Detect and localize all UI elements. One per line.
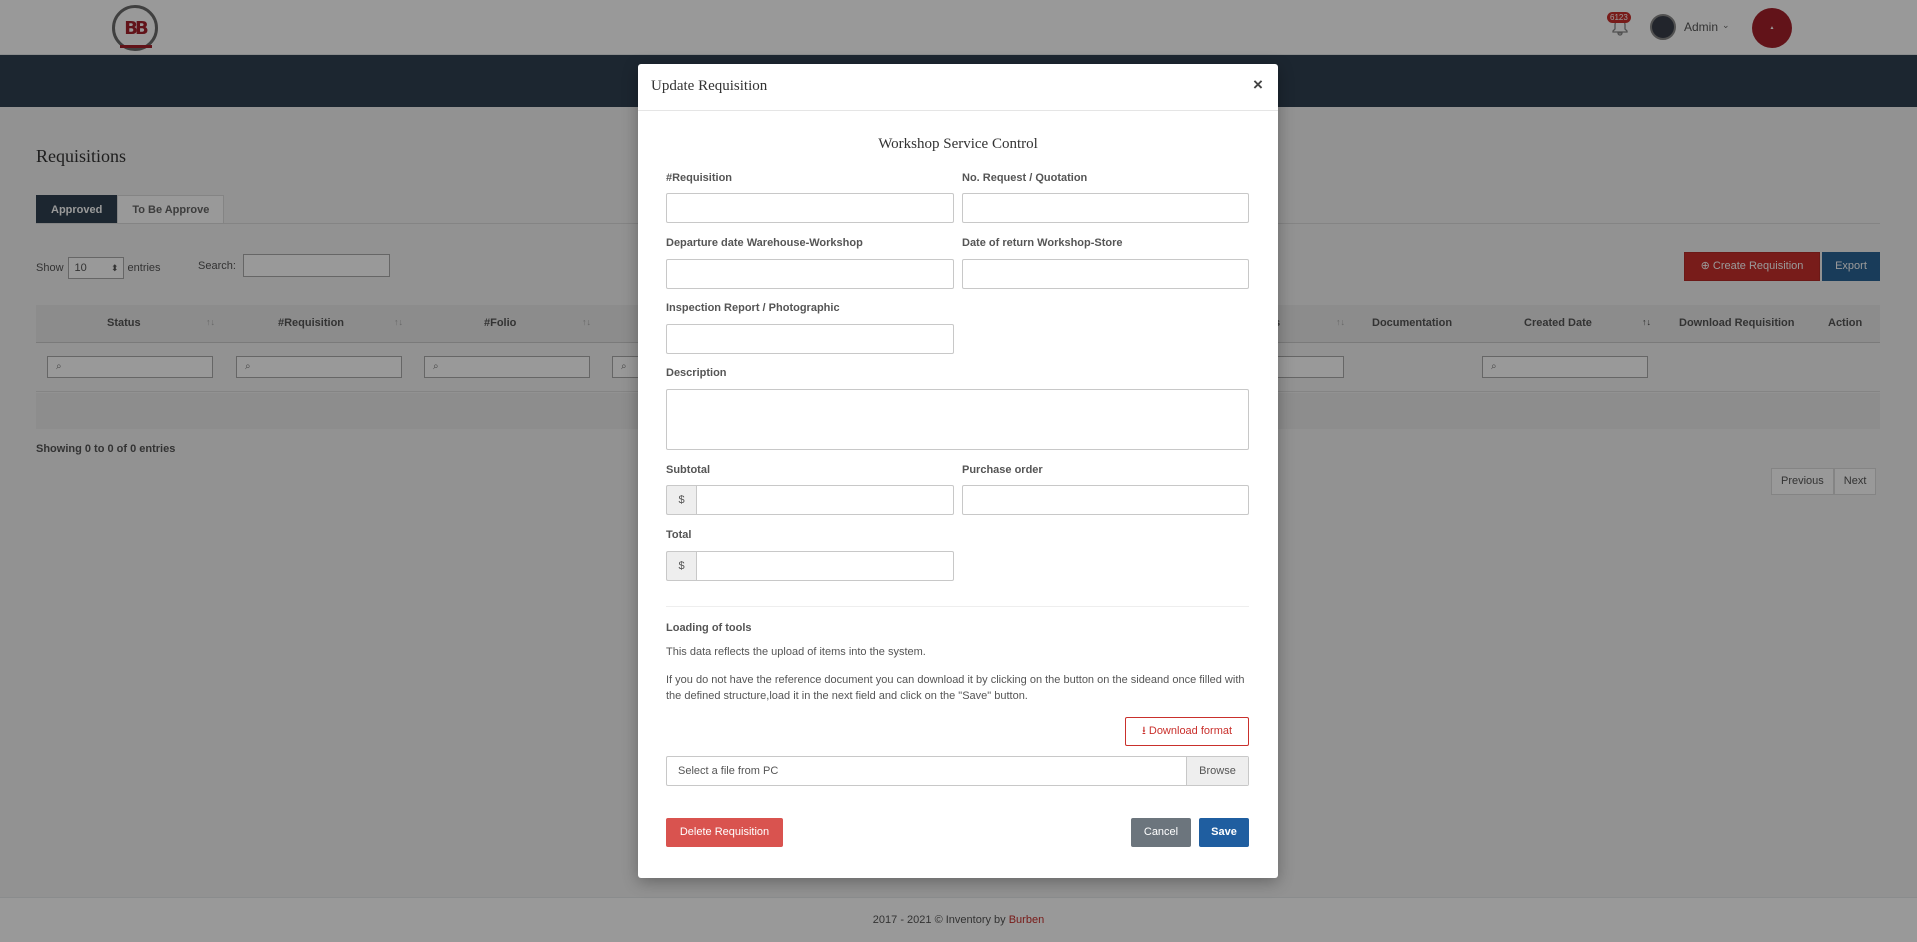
purchase-order-input[interactable] <box>962 485 1249 515</box>
currency-addon: $ <box>666 551 696 581</box>
update-requisition-modal: Update Requisition × Workshop Service Co… <box>638 64 1278 878</box>
modal-header: Update Requisition × <box>638 64 1278 111</box>
tools-description: This data reflects the upload of items i… <box>666 646 926 658</box>
save-button[interactable]: Save <box>1199 818 1249 847</box>
departure-date-input[interactable] <box>666 259 954 289</box>
cancel-button[interactable]: Cancel <box>1131 818 1191 847</box>
download-format-button[interactable]: ⭳ Download format <box>1125 717 1249 746</box>
browse-button[interactable]: Browse <box>1186 757 1248 785</box>
inspection-report-input[interactable] <box>666 324 954 354</box>
subtotal-label: Subtotal <box>666 464 710 476</box>
download-icon: ⭳ <box>1141 725 1146 737</box>
request-quotation-input[interactable] <box>962 193 1249 223</box>
description-label: Description <box>666 367 727 379</box>
download-format-label: Download format <box>1148 725 1233 737</box>
requisition-input[interactable] <box>666 193 954 223</box>
section-divider <box>666 606 1249 607</box>
inspection-report-label: Inspection Report / Photographic <box>666 302 840 314</box>
file-placeholder: Select a file from PC <box>678 765 779 777</box>
total-label: Total <box>666 529 692 541</box>
loading-tools-title: Loading of tools <box>666 622 752 634</box>
close-icon[interactable]: × <box>1253 76 1263 93</box>
description-textarea[interactable] <box>666 389 1249 450</box>
file-input[interactable]: Select a file from PC Browse <box>666 756 1249 786</box>
departure-date-label: Departure date Warehouse-Workshop <box>666 237 863 249</box>
subtotal-input[interactable] <box>696 485 954 515</box>
return-date-label: Date of return Workshop-Store <box>962 237 1123 249</box>
form-heading: Workshop Service Control <box>878 136 1038 152</box>
currency-addon: $ <box>666 485 696 515</box>
purchase-order-label: Purchase order <box>962 464 1043 476</box>
return-date-input[interactable] <box>962 259 1249 289</box>
modal-title: Update Requisition <box>651 78 768 94</box>
delete-requisition-button[interactable]: Delete Requisition <box>666 818 783 847</box>
tools-instructions: If you do not have the reference documen… <box>666 674 1245 702</box>
request-quotation-label: No. Request / Quotation <box>962 172 1088 184</box>
requisition-label: #Requisition <box>666 172 733 184</box>
total-input[interactable] <box>696 551 954 581</box>
